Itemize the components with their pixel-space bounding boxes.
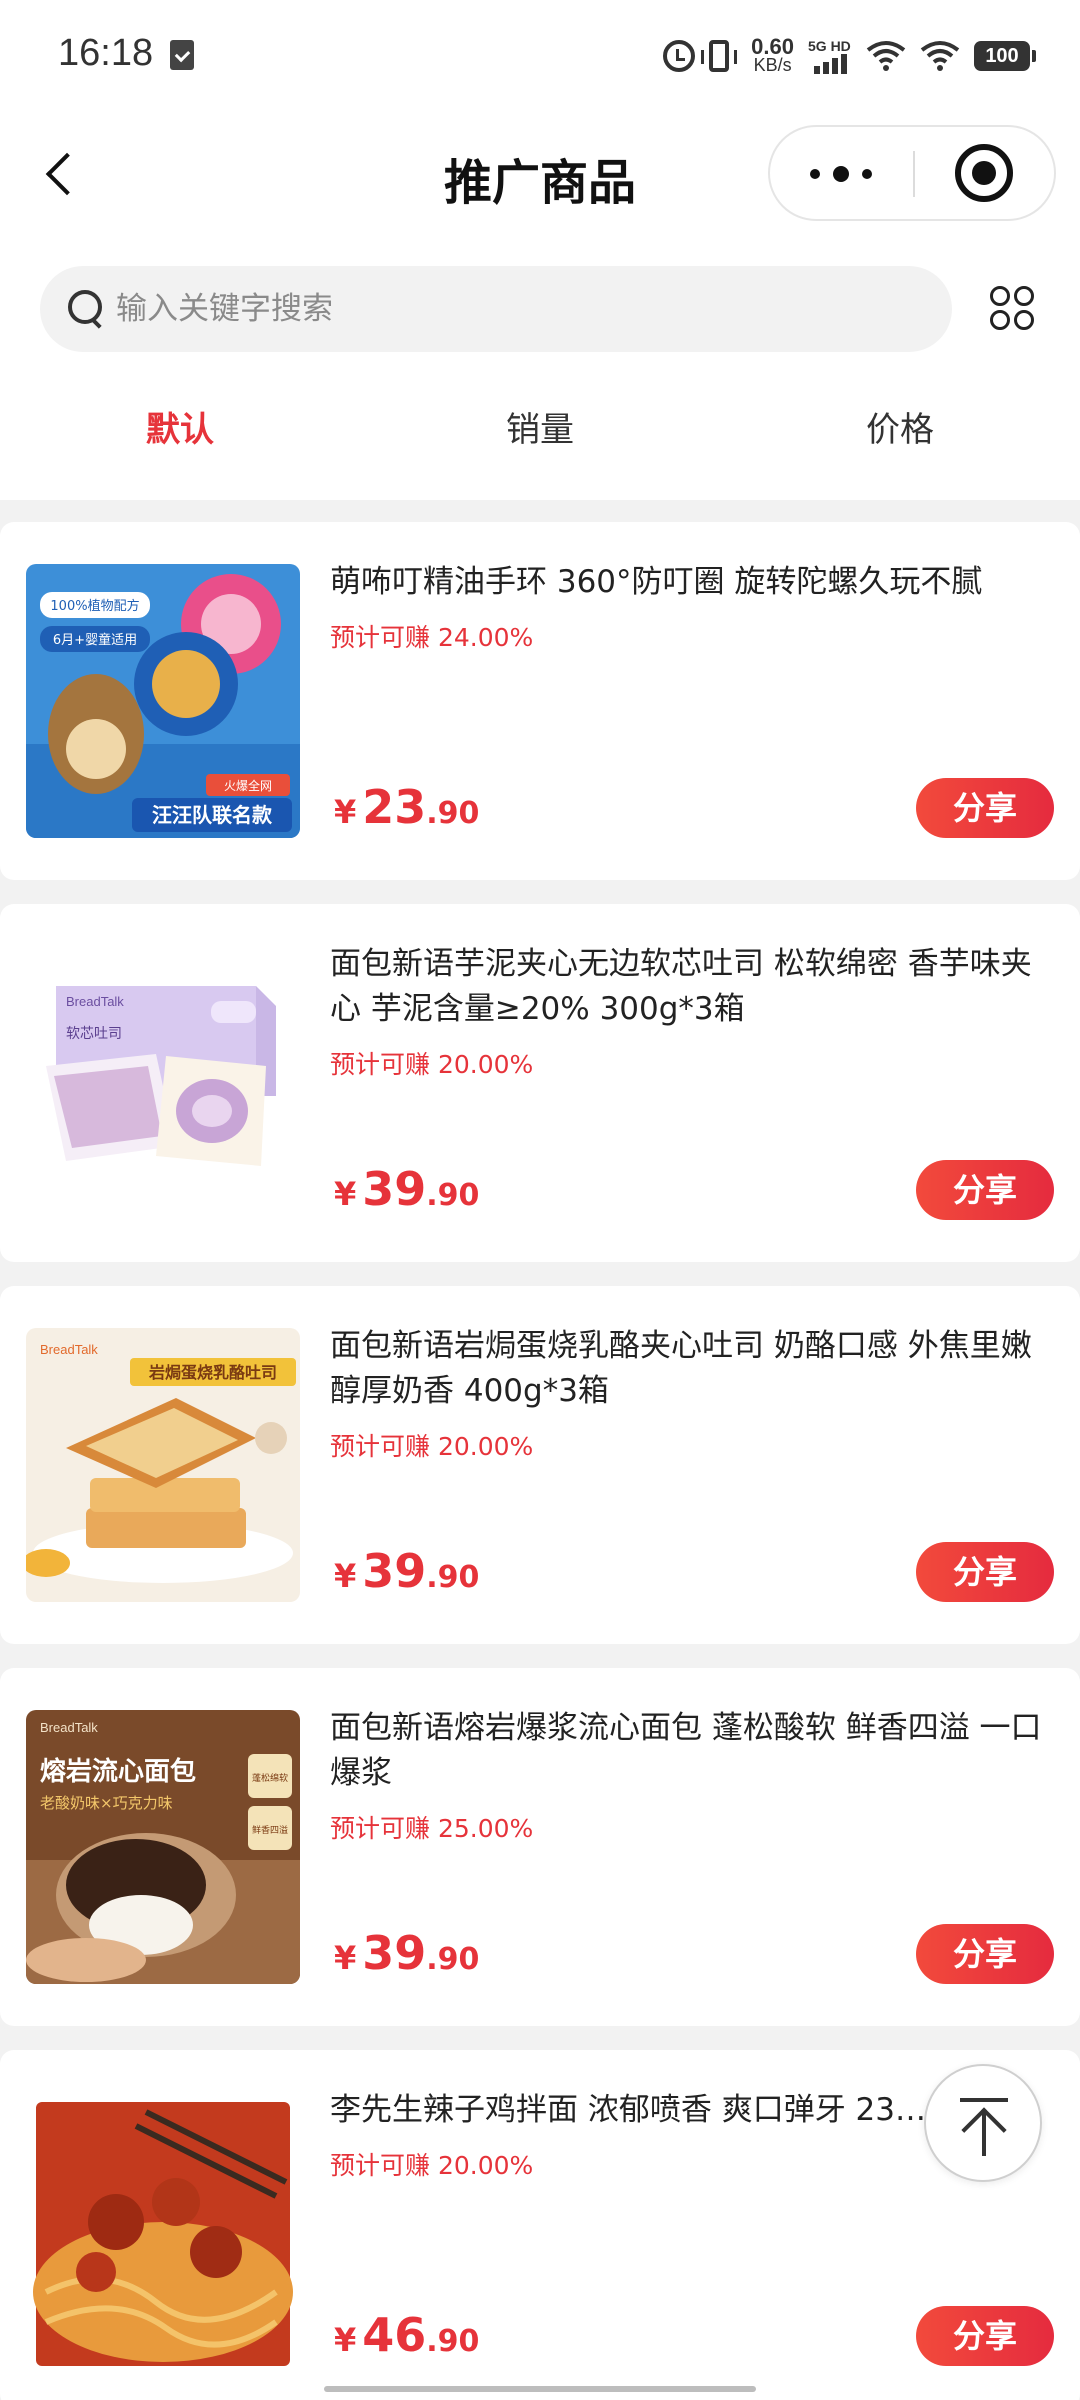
battery-icon: 100 — [974, 41, 1036, 71]
image-text: BreadTalk — [40, 1720, 98, 1735]
product-card[interactable]: BreadTalk 熔岩流心面包 老酸奶味×巧克力味 蓬松绵软 鲜香四溢 面包新… — [0, 1668, 1080, 2026]
image-text: 蓬松绵软 — [252, 1772, 288, 1784]
price-integer: 39 — [362, 1544, 427, 1598]
product-title: 面包新语芋泥夹心无边软芯吐司 松软绵密 香芋味夹心 芋泥含量≥20% 300g*… — [330, 946, 1032, 1027]
image-text: 汪汪队联名款 — [152, 803, 273, 827]
price-integer: 23 — [362, 780, 427, 834]
price-integer: 39 — [362, 1926, 427, 1980]
price-currency: ¥ — [334, 2321, 357, 2359]
net-speed-value: 0.60 — [751, 34, 794, 59]
price-integer: 39 — [362, 1162, 427, 1216]
image-text: 火爆全网 — [224, 778, 272, 793]
tab-default[interactable]: 默认 — [0, 390, 360, 470]
product-price: ¥23.90 — [334, 780, 479, 834]
status-icons: 0.60 KB/s 5G HD 100 — [663, 34, 1036, 78]
share-button[interactable]: 分享 — [916, 778, 1054, 838]
target-close-icon[interactable] — [915, 127, 1056, 219]
commission: 预计可赚 20.00% — [330, 1427, 533, 1463]
status-time: 16:18 — [58, 32, 154, 74]
nav-bar: 推广商品 — [0, 115, 1080, 235]
search-icon — [68, 290, 104, 326]
product-image[interactable] — [26, 2092, 300, 2366]
net-speed: 0.60 KB/s — [751, 34, 794, 75]
product-image[interactable]: 100%植物配方 6月+婴童适用 火爆全网 汪汪队联名款 — [26, 564, 300, 838]
more-dots-icon[interactable] — [770, 127, 913, 219]
image-text: BreadTalk — [66, 994, 124, 1009]
commission-label: 预计可赚 — [330, 1050, 431, 1079]
commission-percent: 24.00% — [437, 623, 534, 652]
product-image[interactable]: BreadTalk 岩焗蛋烧乳酪吐司 — [26, 1328, 300, 1602]
product-price: ¥39.90 — [334, 1544, 479, 1598]
product-card[interactable]: 李先生辣子鸡拌面 浓郁喷香 爽口弹牙 23… 预计可赚 20.00% ¥46.9… — [0, 2050, 1080, 2400]
net-speed-unit: KB/s — [753, 55, 792, 75]
product-card[interactable]: 100%植物配方 6月+婴童适用 火爆全网 汪汪队联名款 萌咘叮精油手环 360… — [0, 522, 1080, 880]
image-text: 100%植物配方 — [50, 598, 139, 614]
product-title: 面包新语熔岩爆浆流心面包 蓬松酸软 鲜香四溢 一口爆浆 — [330, 1710, 1042, 1791]
product-price: ¥39.90 — [334, 1926, 479, 1980]
home-indicator[interactable] — [324, 2386, 756, 2392]
commission: 预计可赚 20.00% — [330, 1045, 533, 1081]
image-text: BreadTalk — [40, 1342, 98, 1357]
price-decimal: .90 — [426, 1942, 480, 1977]
image-text: 老酸奶味×巧克力味 — [40, 1794, 173, 1812]
price-currency: ¥ — [334, 793, 357, 831]
commission: 预计可赚 20.00% — [330, 2146, 533, 2182]
commission: 预计可赚 24.00% — [330, 618, 533, 654]
image-text: 软芯吐司 — [66, 1026, 122, 1042]
tab-sales[interactable]: 销量 — [360, 390, 720, 470]
vibrate-icon — [701, 40, 738, 72]
price-currency: ¥ — [334, 1557, 357, 1595]
commission-label: 预计可赚 — [330, 1814, 431, 1843]
commission-percent: 25.00% — [437, 1814, 534, 1843]
price-currency: ¥ — [334, 1939, 357, 1977]
grid-icon[interactable] — [990, 286, 1038, 334]
tab-price[interactable]: 价格 — [720, 390, 1080, 470]
share-button[interactable]: 分享 — [916, 1924, 1054, 1984]
price-decimal: .90 — [426, 2324, 480, 2359]
product-card[interactable]: BreadTalk 岩焗蛋烧乳酪吐司 面包新语岩焗蛋烧乳酪夹心吐司 奶酪口感 外… — [0, 1286, 1080, 1644]
product-title: 面包新语岩焗蛋烧乳酪夹心吐司 奶酪口感 外焦里嫩 醇厚奶香 400g*3箱 — [330, 1328, 1032, 1409]
network-type: 5G HD — [808, 38, 851, 54]
price-currency: ¥ — [334, 1175, 357, 1213]
product-card[interactable]: BreadTalk 软芯吐司 面包新语芋泥夹心无边软芯吐司 松软绵密 香芋味夹心… — [0, 904, 1080, 1262]
price-decimal: .90 — [426, 1560, 480, 1595]
wifi-icon — [866, 40, 906, 72]
price-integer: 46 — [362, 2308, 427, 2362]
product-price: ¥46.90 — [334, 2308, 479, 2362]
commission-label: 预计可赚 — [330, 623, 431, 652]
product-image[interactable]: BreadTalk 熔岩流心面包 老酸奶味×巧克力味 蓬松绵软 鲜香四溢 — [26, 1710, 300, 1984]
share-button[interactable]: 分享 — [916, 1160, 1054, 1220]
product-title: 萌咘叮精油手环 360°防叮圈 旋转陀螺久玩不腻 — [330, 564, 983, 600]
price-decimal: .90 — [426, 796, 480, 831]
status-bar: 16:18 0.60 KB/s 5G HD 100 — [0, 0, 1080, 115]
commission-percent: 20.00% — [437, 2151, 534, 2180]
clipboard-check-icon — [170, 40, 194, 70]
price-decimal: .90 — [426, 1178, 480, 1213]
image-text: 熔岩流心面包 — [40, 1756, 196, 1787]
commission-label: 预计可赚 — [330, 1432, 431, 1461]
cellular-signal-icon: 5G HD — [808, 38, 852, 74]
product-price: ¥39.90 — [334, 1162, 479, 1216]
search-bar — [40, 266, 952, 352]
mini-program-capsule — [768, 125, 1056, 221]
image-text: 6月+婴童适用 — [53, 632, 137, 648]
image-text: 鲜香四溢 — [252, 1824, 288, 1836]
sort-tabs: 默认 销量 价格 — [0, 390, 1080, 470]
commission-percent: 20.00% — [437, 1432, 534, 1461]
commission-percent: 20.00% — [437, 1050, 534, 1079]
image-text: 岩焗蛋烧乳酪吐司 — [148, 1363, 277, 1382]
share-button[interactable]: 分享 — [916, 1542, 1054, 1602]
commission: 预计可赚 25.00% — [330, 1809, 533, 1845]
share-button[interactable]: 分享 — [916, 2306, 1054, 2366]
search-input[interactable] — [116, 266, 916, 352]
wifi-icon-secondary — [920, 40, 960, 72]
top-area: 16:18 0.60 KB/s 5G HD 100 推广商品 输入关键字搜索 默… — [0, 0, 1080, 500]
product-image[interactable]: BreadTalk 软芯吐司 — [26, 946, 300, 1220]
arrow-up-icon[interactable] — [924, 2064, 1042, 2182]
commission-label: 预计可赚 — [330, 2151, 431, 2180]
alarm-icon — [663, 40, 696, 72]
